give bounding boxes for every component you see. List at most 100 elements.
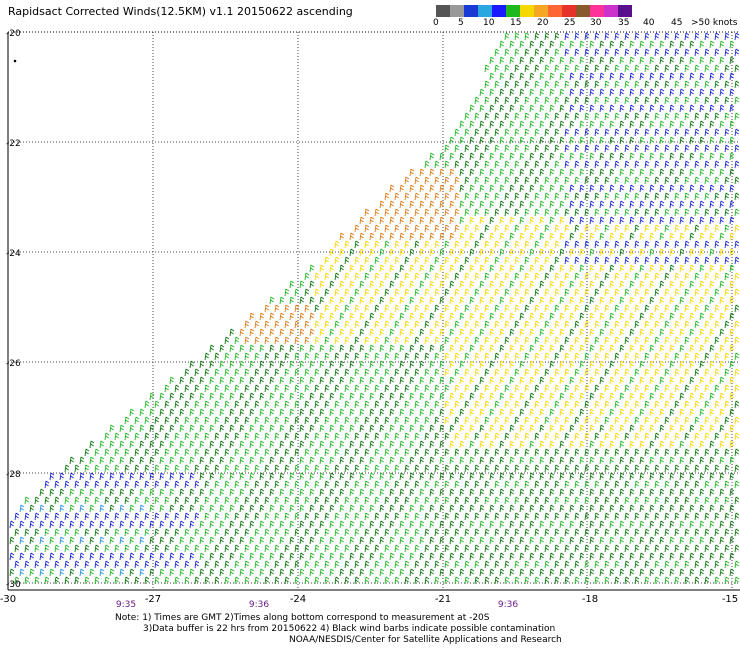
wind-barb xyxy=(424,384,430,393)
wind-barb xyxy=(714,144,720,153)
wind-barb xyxy=(74,560,80,569)
wind-barb xyxy=(604,512,610,521)
wind-barb xyxy=(734,384,740,393)
wind-barb xyxy=(339,456,345,465)
wind-barb xyxy=(289,568,295,577)
wind-barb xyxy=(719,504,725,513)
wind-barb xyxy=(594,32,600,41)
wind-barb xyxy=(614,432,620,441)
wind-barb xyxy=(699,120,705,129)
wind-barb xyxy=(704,528,710,537)
wind-barb xyxy=(624,336,630,345)
wind-barb xyxy=(709,312,715,321)
wind-barb xyxy=(709,504,715,513)
wind-barb xyxy=(464,432,470,441)
wind-barb xyxy=(669,104,675,113)
wind-barb xyxy=(604,480,610,489)
wind-barb xyxy=(629,344,635,353)
wind-barb xyxy=(109,472,115,481)
wind-barb xyxy=(614,144,620,153)
wind-barb xyxy=(664,144,670,153)
wind-barb xyxy=(654,304,660,313)
wind-barb xyxy=(519,360,525,369)
wind-barb xyxy=(354,336,360,345)
wind-barb xyxy=(679,552,685,561)
wind-barb xyxy=(509,184,515,193)
wind-barb xyxy=(129,456,135,465)
wind-barb xyxy=(604,304,610,313)
wind-barb xyxy=(119,424,125,433)
wind-barb xyxy=(669,520,675,529)
wind-barb xyxy=(534,352,540,361)
wind-barb xyxy=(599,440,605,449)
wind-barb xyxy=(724,160,730,169)
wind-barb xyxy=(354,432,360,441)
wind-barb xyxy=(594,416,600,425)
wind-barb xyxy=(444,560,450,569)
wind-barb xyxy=(674,80,680,89)
wind-barb xyxy=(154,432,160,441)
wind-barb xyxy=(399,408,405,417)
wind-barb xyxy=(719,168,725,177)
wind-barb xyxy=(449,440,455,449)
wind-barb xyxy=(74,496,80,505)
wind-barb xyxy=(649,408,655,417)
wind-barb xyxy=(684,416,690,425)
wind-barb xyxy=(179,568,185,577)
wind-barb xyxy=(599,472,605,481)
wind-barb xyxy=(344,384,350,393)
wind-barb xyxy=(214,400,220,409)
wind-barb xyxy=(349,504,355,513)
wind-barb xyxy=(549,216,555,225)
wind-barb xyxy=(89,504,95,513)
wind-barb xyxy=(489,296,495,305)
wind-barb xyxy=(469,392,475,401)
wind-barb xyxy=(219,360,225,369)
wind-barb xyxy=(714,368,720,377)
wind-barb xyxy=(719,568,725,577)
wind-barb xyxy=(424,512,430,521)
wind-barb xyxy=(529,72,535,81)
wind-barb xyxy=(574,528,580,537)
wind-barb xyxy=(599,248,605,257)
wind-barb xyxy=(574,480,580,489)
wind-barb xyxy=(634,432,640,441)
wind-barb xyxy=(74,512,80,521)
wind-barb xyxy=(354,528,360,537)
wind-barb xyxy=(724,304,730,313)
wind-barb xyxy=(369,456,375,465)
wind-barb xyxy=(599,120,605,129)
wind-barb xyxy=(264,448,270,457)
wind-barb xyxy=(554,448,560,457)
wind-barb xyxy=(634,240,640,249)
wind-barb xyxy=(359,424,365,433)
wind-barb xyxy=(114,432,120,441)
wind-barb xyxy=(369,232,375,241)
wind-barb xyxy=(654,528,660,537)
wind-barb xyxy=(434,416,440,425)
wind-barb xyxy=(554,48,560,57)
wind-barb xyxy=(679,424,685,433)
wind-barb xyxy=(619,440,625,449)
wind-barb xyxy=(79,472,85,481)
wind-barb xyxy=(584,256,590,265)
wind-barb xyxy=(109,488,115,497)
wind-barb xyxy=(424,272,430,281)
wind-barb xyxy=(669,504,675,513)
wind-barb xyxy=(64,496,70,505)
wind-barb xyxy=(494,480,500,489)
wind-barb xyxy=(99,472,105,481)
wind-barb xyxy=(699,520,705,529)
wind-barb xyxy=(554,224,560,233)
wind-barb xyxy=(414,304,420,313)
wind-barb xyxy=(334,464,340,473)
wind-barb xyxy=(664,32,670,41)
wind-barb xyxy=(664,288,670,297)
wind-barb xyxy=(534,208,540,217)
wind-barb xyxy=(564,560,570,569)
wind-barb xyxy=(504,80,510,89)
wind-barb xyxy=(719,120,725,129)
wind-barb xyxy=(444,448,450,457)
wind-barb xyxy=(119,504,125,513)
wind-barb xyxy=(524,128,530,137)
